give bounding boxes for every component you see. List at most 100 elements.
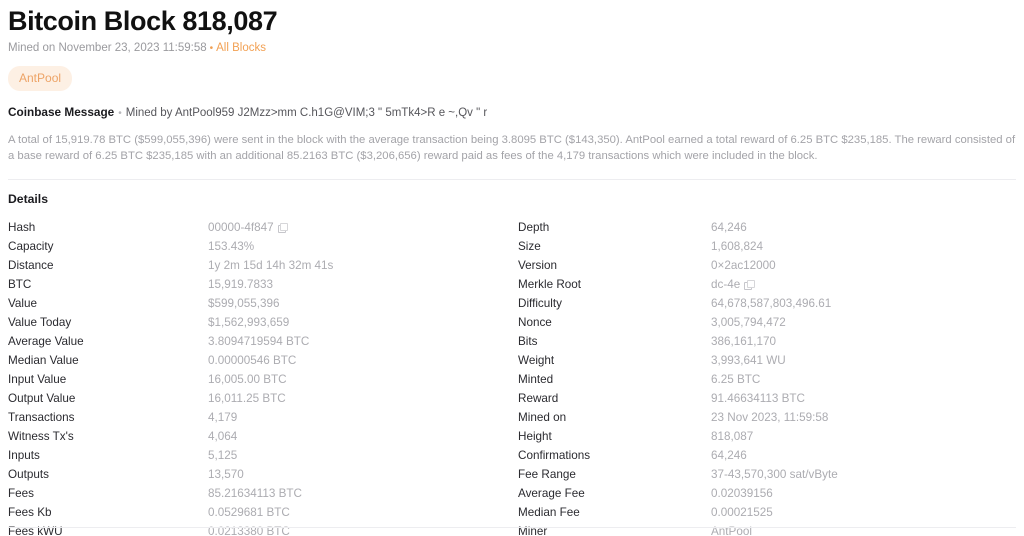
- detail-label: Fees kWU: [8, 525, 63, 536]
- detail-value: 3,993,641 WU: [711, 351, 786, 370]
- detail-value-text: 0.00021525: [711, 506, 773, 519]
- detail-row: Version 0×2ac12000: [518, 256, 1016, 275]
- block-subtitle: Mined on November 23, 2023 11:59:58 • All …: [8, 40, 1016, 57]
- all-blocks-link[interactable]: All Blocks: [216, 42, 266, 54]
- detail-label: Depth: [518, 221, 550, 234]
- detail-label: Witness Tx's: [8, 430, 74, 443]
- detail-value: 91.46634113 BTC: [711, 389, 805, 408]
- detail-value-text: 818,087: [711, 430, 754, 443]
- detail-row: Capacity 153.43%: [8, 237, 512, 256]
- detail-value-text: AntPool: [711, 525, 752, 536]
- detail-value: 15,919.7833: [208, 275, 273, 294]
- detail-row: Value $599,055,396: [8, 294, 512, 313]
- detail-label: Output Value: [8, 392, 76, 405]
- detail-value: 37-43,570,300 sat/vByte: [711, 465, 838, 484]
- detail-row: Mined on 23 Nov 2023, 11:59:58: [518, 408, 1016, 427]
- detail-value: 5,125: [208, 446, 237, 465]
- details-section-title: Details: [8, 192, 48, 206]
- detail-value-text: 91.46634113 BTC: [711, 392, 806, 405]
- detail-value-text: 3,993,641 WU: [711, 354, 786, 367]
- detail-label: Minted: [518, 373, 554, 386]
- copy-icon[interactable]: [744, 280, 755, 290]
- details-column-right: Depth 64,246 Size 1,608,824 Version 0×2ac1200…: [512, 218, 1016, 536]
- detail-value-text: 1y 2m 15d 14h 32m 41s: [208, 259, 334, 272]
- detail-value: 16,011.25 BTC: [208, 389, 286, 408]
- detail-value: 3,005,794,472: [711, 313, 786, 332]
- detail-label: Transactions: [8, 411, 75, 424]
- detail-label: Average Value: [8, 335, 84, 348]
- page-title: Bitcoin Block 818,087: [8, 6, 278, 36]
- detail-value-text: 153.43%: [208, 240, 255, 253]
- detail-label: Input Value: [8, 373, 67, 386]
- detail-label: Miner: [518, 525, 548, 536]
- detail-row: Miner AntPool: [518, 522, 1016, 536]
- detail-row: Median Fee 0.00021525: [518, 503, 1016, 522]
- detail-label: Size: [518, 240, 541, 253]
- detail-label: Reward: [518, 392, 559, 405]
- status-badge[interactable]: AntPool: [8, 66, 73, 91]
- detail-label: BTC: [8, 278, 32, 291]
- detail-value: 818,087: [711, 427, 753, 446]
- detail-value-text: 0×2ac12000: [711, 259, 776, 272]
- detail-label: Weight: [518, 354, 555, 367]
- detail-row: Merkle Root dc-4e: [518, 275, 1016, 294]
- detail-value-text: 4,064: [208, 430, 238, 443]
- detail-value-text: 15,919.7833: [208, 278, 273, 291]
- coinbase-message-row: Coinbase Message • Mined by AntPool959 J2M…: [8, 104, 1016, 122]
- detail-value-text: 3,005,794,472: [711, 316, 786, 329]
- detail-value-text: 386,161,170: [711, 335, 776, 348]
- detail-value: 64,678,587,803,496.61: [711, 294, 831, 313]
- detail-value: 0.00000546 BTC: [208, 351, 296, 370]
- detail-row: Inputs 5,125: [8, 446, 512, 465]
- coinbase-message-label: Coinbase Message: [8, 105, 115, 119]
- detail-value-text: 1,608,824: [711, 240, 763, 253]
- detail-value-text: 16,005.00 BTC: [208, 373, 287, 386]
- detail-row: Fees kWU 0.0213380 BTC: [8, 522, 512, 536]
- detail-value-text: $599,055,396: [208, 297, 280, 310]
- detail-value-text: 64,246: [711, 449, 747, 462]
- detail-row: Average Value 3.8094719594 BTC: [8, 332, 512, 351]
- detail-value-text: dc-4e: [711, 278, 741, 291]
- detail-row: Bits 386,161,170: [518, 332, 1016, 351]
- detail-row: Fee Range 37-43,570,300 sat/vByte: [518, 465, 1016, 484]
- detail-label: Fee Range: [518, 468, 576, 481]
- detail-row: Minted 6.25 BTC: [518, 370, 1016, 389]
- detail-label: Average Fee: [518, 487, 585, 500]
- detail-label: Difficulty: [518, 297, 562, 310]
- detail-value: 1y 2m 15d 14h 32m 41s: [208, 256, 333, 275]
- block-description: A total of 15,919.78 BTC ($599,055,396) …: [8, 134, 1016, 162]
- detail-label: Confirmations: [518, 449, 591, 462]
- detail-label: Height: [518, 430, 552, 443]
- top-divider: [8, 179, 1016, 180]
- detail-row: Witness Tx's 4,064: [8, 427, 512, 446]
- detail-row: Confirmations 64,246: [518, 446, 1016, 465]
- detail-value-text: 23 Nov 2023, 11:59:58: [711, 411, 829, 424]
- detail-value: 153.43%: [208, 237, 254, 256]
- bullet-separator-icon: •: [209, 43, 214, 54]
- detail-row: Distance 1y 2m 15d 14h 32m 41s: [8, 256, 512, 275]
- detail-row: Weight 3,993,641 WU: [518, 351, 1016, 370]
- detail-label: Nonce: [518, 316, 552, 329]
- details-grid: Hash 00000-4f847 Capacity 153.43% Distance 1y…: [8, 218, 1016, 536]
- detail-value: AntPool: [711, 522, 752, 536]
- detail-row: Value Today $1,562,993,659: [8, 313, 512, 332]
- detail-label: Hash: [8, 221, 36, 234]
- detail-label: Median Value: [8, 354, 79, 367]
- block-detail-page: Bitcoin Block 818,087 Mined on November …: [0, 0, 1024, 536]
- detail-value: 64,246: [711, 446, 747, 465]
- detail-value: 23 Nov 2023, 11:59:58: [711, 408, 828, 427]
- detail-row: Input Value 16,005.00 BTC: [8, 370, 512, 389]
- detail-value-text: 0.02039156: [711, 487, 773, 500]
- detail-label: Mined on: [518, 411, 567, 424]
- detail-value: 64,246: [711, 218, 747, 237]
- copy-icon[interactable]: [277, 223, 289, 233]
- detail-row: Size 1,608,824: [518, 237, 1016, 256]
- detail-value: $1,562,993,659: [208, 313, 289, 332]
- detail-value: 0.00021525: [711, 503, 773, 522]
- detail-row: Outputs 13,570: [8, 465, 512, 484]
- detail-value: 85.21634113 BTC: [208, 484, 302, 503]
- detail-row: Average Fee 0.02039156: [518, 484, 1016, 503]
- detail-label: Fees: [8, 487, 34, 500]
- detail-value-text: 0.0529681 BTC: [208, 506, 290, 519]
- detail-value-text: 64,678,587,803,496.61: [711, 297, 832, 310]
